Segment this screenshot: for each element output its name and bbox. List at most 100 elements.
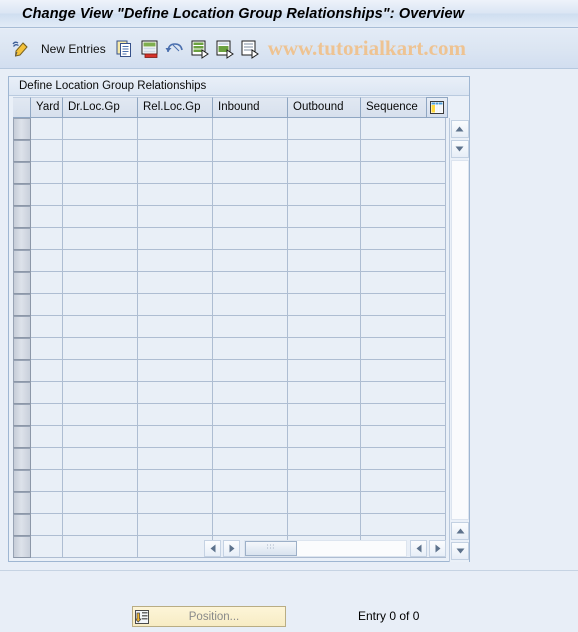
table-cell-sequence[interactable] — [361, 206, 446, 228]
row-selector-cell[interactable] — [13, 250, 31, 272]
row-selector-cell[interactable] — [13, 360, 31, 382]
table-cell-dr_loc_gp[interactable] — [63, 338, 138, 360]
table-cell-outbound[interactable] — [288, 140, 361, 162]
table-cell-yard[interactable] — [31, 140, 63, 162]
table-cell-outbound[interactable] — [288, 162, 361, 184]
table-cell-inbound[interactable] — [213, 140, 288, 162]
table-row[interactable] — [13, 250, 446, 272]
table-cell-dr_loc_gp[interactable] — [63, 206, 138, 228]
table-cell-dr_loc_gp[interactable] — [63, 492, 138, 514]
horizontal-scroll-track[interactable]: ∶∶∶ — [244, 539, 407, 557]
row-selector-cell[interactable] — [13, 514, 31, 536]
scroll-left-icon[interactable] — [204, 539, 221, 557]
vertical-scrollbar[interactable] — [449, 118, 469, 562]
table-cell-yard[interactable] — [31, 250, 63, 272]
table-cell-sequence[interactable] — [361, 140, 446, 162]
table-cell-outbound[interactable] — [288, 448, 361, 470]
table-cell-sequence[interactable] — [361, 360, 446, 382]
table-cell-outbound[interactable] — [288, 514, 361, 536]
table-cell-inbound[interactable] — [213, 492, 288, 514]
table-cell-rel_loc_gp[interactable] — [138, 250, 213, 272]
new-entries-button[interactable]: New Entries — [41, 42, 106, 56]
copy-as-icon[interactable] — [114, 38, 136, 60]
table-cell-rel_loc_gp[interactable] — [138, 162, 213, 184]
table-cell-yard[interactable] — [31, 316, 63, 338]
table-cell-rel_loc_gp[interactable] — [138, 470, 213, 492]
table-row[interactable] — [13, 360, 446, 382]
table-cell-rel_loc_gp[interactable] — [138, 448, 213, 470]
column-header-selector[interactable] — [13, 97, 31, 118]
column-header-rel_loc_gp[interactable]: Rel.Loc.Gp — [138, 97, 213, 118]
vertical-scroll-track[interactable] — [451, 160, 469, 520]
table-cell-outbound[interactable] — [288, 360, 361, 382]
table-cell-yard[interactable] — [31, 536, 63, 558]
scroll-right-icon[interactable] — [223, 539, 240, 557]
table-cell-dr_loc_gp[interactable] — [63, 470, 138, 492]
undo-icon[interactable] — [164, 38, 186, 60]
column-header-yard[interactable]: Yard — [31, 97, 63, 118]
table-cell-dr_loc_gp[interactable] — [63, 118, 138, 140]
table-cell-outbound[interactable] — [288, 206, 361, 228]
table-row[interactable] — [13, 448, 446, 470]
table-cell-yard[interactable] — [31, 294, 63, 316]
table-cell-dr_loc_gp[interactable] — [63, 294, 138, 316]
row-selector-cell[interactable] — [13, 404, 31, 426]
table-cell-dr_loc_gp[interactable] — [63, 536, 138, 558]
table-cell-outbound[interactable] — [288, 272, 361, 294]
table-cell-rel_loc_gp[interactable] — [138, 294, 213, 316]
table-row[interactable] — [13, 470, 446, 492]
table-cell-dr_loc_gp[interactable] — [63, 448, 138, 470]
row-selector-cell[interactable] — [13, 184, 31, 206]
table-cell-outbound[interactable] — [288, 250, 361, 272]
table-cell-outbound[interactable] — [288, 470, 361, 492]
row-selector-cell[interactable] — [13, 492, 31, 514]
table-row[interactable] — [13, 272, 446, 294]
table-cell-sequence[interactable] — [361, 426, 446, 448]
scroll-left-icon-end[interactable] — [410, 539, 427, 557]
table-cell-yard[interactable] — [31, 382, 63, 404]
row-selector-cell[interactable] — [13, 338, 31, 360]
table-cell-inbound[interactable] — [213, 184, 288, 206]
table-cell-yard[interactable] — [31, 184, 63, 206]
table-cell-sequence[interactable] — [361, 382, 446, 404]
table-cell-sequence[interactable] — [361, 404, 446, 426]
table-cell-inbound[interactable] — [213, 404, 288, 426]
table-cell-rel_loc_gp[interactable] — [138, 206, 213, 228]
table-cell-yard[interactable] — [31, 514, 63, 536]
table-cell-sequence[interactable] — [361, 118, 446, 140]
table-cell-dr_loc_gp[interactable] — [63, 184, 138, 206]
table-cell-yard[interactable] — [31, 206, 63, 228]
table-cell-dr_loc_gp[interactable] — [63, 426, 138, 448]
table-cell-rel_loc_gp[interactable] — [138, 338, 213, 360]
row-selector-cell[interactable] — [13, 272, 31, 294]
table-cell-rel_loc_gp[interactable] — [138, 184, 213, 206]
table-cell-dr_loc_gp[interactable] — [63, 360, 138, 382]
table-cell-inbound[interactable] — [213, 316, 288, 338]
table-cell-dr_loc_gp[interactable] — [63, 404, 138, 426]
table-row[interactable] — [13, 294, 446, 316]
table-cell-rel_loc_gp[interactable] — [138, 382, 213, 404]
table-row[interactable] — [13, 228, 446, 250]
table-cell-sequence[interactable] — [361, 448, 446, 470]
row-selector-cell[interactable] — [13, 382, 31, 404]
row-selector-cell[interactable] — [13, 316, 31, 338]
table-cell-dr_loc_gp[interactable] — [63, 162, 138, 184]
table-cell-dr_loc_gp[interactable] — [63, 250, 138, 272]
table-cell-outbound[interactable] — [288, 492, 361, 514]
row-selector-cell[interactable] — [13, 162, 31, 184]
row-selector-cell[interactable] — [13, 470, 31, 492]
table-cell-rel_loc_gp[interactable] — [138, 492, 213, 514]
table-cell-inbound[interactable] — [213, 272, 288, 294]
table-row[interactable] — [13, 162, 446, 184]
table-cell-sequence[interactable] — [361, 162, 446, 184]
table-cell-dr_loc_gp[interactable] — [63, 382, 138, 404]
display-change-pencil-icon[interactable] — [10, 38, 32, 60]
table-cell-outbound[interactable] — [288, 382, 361, 404]
row-selector-cell[interactable] — [13, 426, 31, 448]
table-cell-yard[interactable] — [31, 272, 63, 294]
table-cell-rel_loc_gp[interactable] — [138, 272, 213, 294]
table-cell-sequence[interactable] — [361, 470, 446, 492]
row-selector-cell[interactable] — [13, 448, 31, 470]
table-cell-yard[interactable] — [31, 118, 63, 140]
table-cell-inbound[interactable] — [213, 162, 288, 184]
